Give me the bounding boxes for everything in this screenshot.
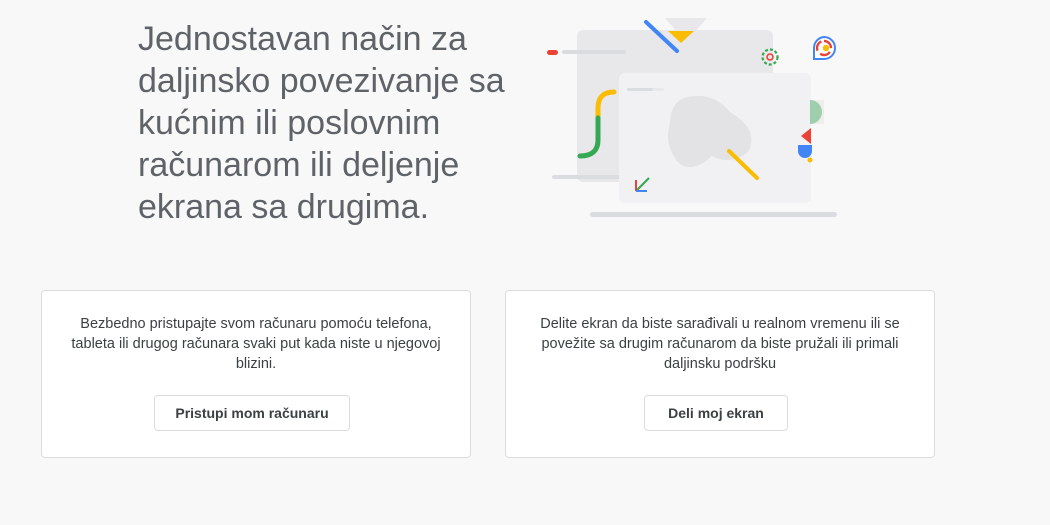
remote-support-description: Delite ekran da biste sarađivali u realn… [540,316,900,372]
remote-access-description: Bezbedno pristupajte svom računaru pomoć… [71,316,441,372]
access-my-computer-button[interactable]: Pristupi mom računaru [154,395,350,431]
remote-access-card: Bezbedno pristupajte svom računaru pomoć… [41,290,471,458]
chat-bubble-icon [812,35,836,60]
remote-desktop-illustration [547,18,837,217]
share-my-screen-button[interactable]: Deli moj ekran [644,395,788,431]
remote-support-card: Delite ekran da biste sarađivali u realn… [505,290,935,458]
hero-title: Jednostavan način za daljinsko povezivan… [138,20,505,226]
